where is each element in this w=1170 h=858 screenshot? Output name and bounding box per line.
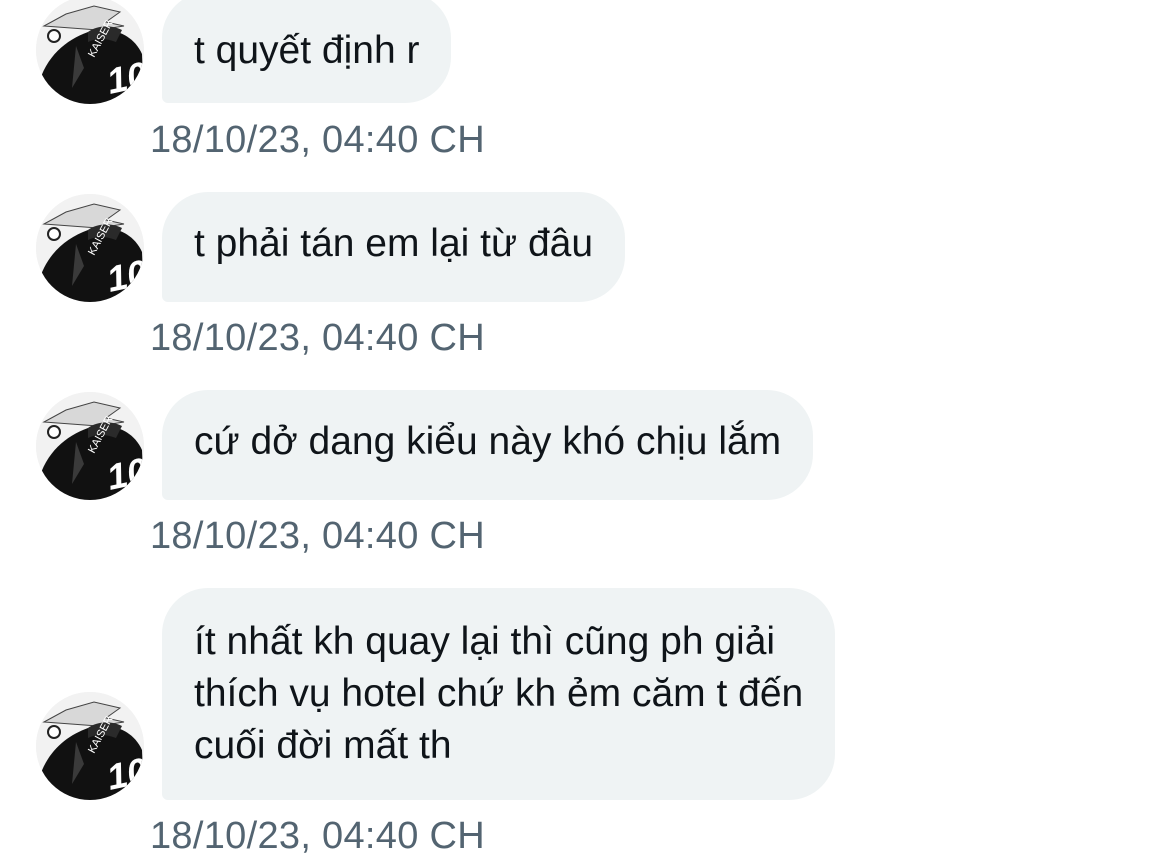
avatar[interactable]: KAISER 10 <box>36 692 144 800</box>
message-bubble[interactable]: t phải tán em lại từ đâu <box>162 192 626 302</box>
avatar-image: KAISER 10 <box>36 0 144 104</box>
avatar[interactable]: KAISER 10 <box>36 0 144 104</box>
jersey-number-text: 10 <box>103 53 144 101</box>
message-timestamp: 18/10/23, 04:40 CH <box>150 317 485 359</box>
jersey-number-text: 10 <box>103 449 144 497</box>
avatar-image: KAISER 10 <box>36 692 144 800</box>
message-thread: KAISER 10 t quyết định r 18/10/23, 04:40… <box>0 0 1170 857</box>
avatar[interactable]: KAISER 10 <box>36 194 144 302</box>
jersey-number-text: 10 <box>103 749 144 797</box>
message-timestamp: 18/10/23, 04:40 CH <box>150 119 485 161</box>
message-bubble[interactable]: ít nhất kh quay lại thì cũng ph giải thí… <box>162 588 836 800</box>
message-timestamp: 18/10/23, 04:40 CH <box>150 815 485 857</box>
avatar-image: KAISER 10 <box>36 392 144 500</box>
message-bubble[interactable]: cứ dở dang kiểu này khó chịu lắm <box>162 390 814 500</box>
avatar[interactable]: KAISER 10 <box>36 392 144 500</box>
avatar-image: KAISER 10 <box>36 194 144 302</box>
message-timestamp: 18/10/23, 04:40 CH <box>150 515 485 557</box>
message-bubble[interactable]: t quyết định r <box>162 0 452 103</box>
jersey-number-text: 10 <box>103 251 144 299</box>
